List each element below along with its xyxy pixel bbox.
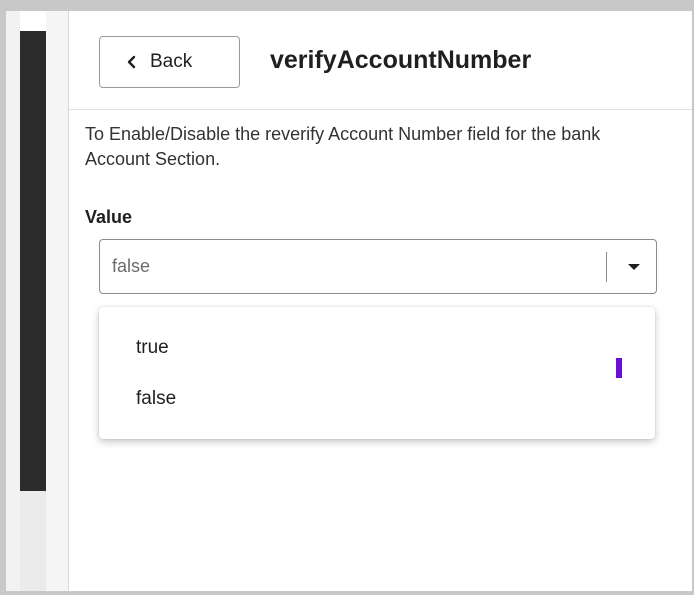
dropdown-option-false[interactable]: false: [99, 379, 655, 419]
property-panel: Back verifyAccountNumber To Enable/Disab…: [69, 11, 692, 591]
back-button[interactable]: Back: [99, 36, 240, 88]
value-select[interactable]: false: [99, 239, 657, 294]
panel-header: Back verifyAccountNumber: [69, 11, 692, 110]
text-cursor-marker: [616, 358, 622, 378]
window-frame: Back verifyAccountNumber To Enable/Disab…: [0, 0, 694, 595]
option-label: true: [136, 337, 169, 358]
dropdown-option-true[interactable]: true: [99, 328, 655, 368]
back-button-label: Back: [150, 51, 193, 72]
panel-gutter: [46, 11, 69, 591]
sidebar-bottom: [20, 491, 46, 591]
value-label: Value: [85, 207, 133, 227]
caret-down-icon[interactable]: [626, 260, 642, 274]
dark-sidebar: [20, 31, 46, 491]
left-edge: [6, 11, 20, 591]
select-divider: [606, 252, 607, 282]
page-title: verifyAccountNumber: [270, 46, 532, 74]
value-select-current: false: [112, 256, 151, 276]
property-description: To Enable/Disable the reverify Account N…: [85, 124, 601, 169]
chevron-left-icon: [124, 54, 140, 70]
value-dropdown-list: true false: [99, 307, 655, 439]
app-area: Back verifyAccountNumber To Enable/Disab…: [6, 11, 692, 591]
option-label: false: [136, 388, 177, 409]
